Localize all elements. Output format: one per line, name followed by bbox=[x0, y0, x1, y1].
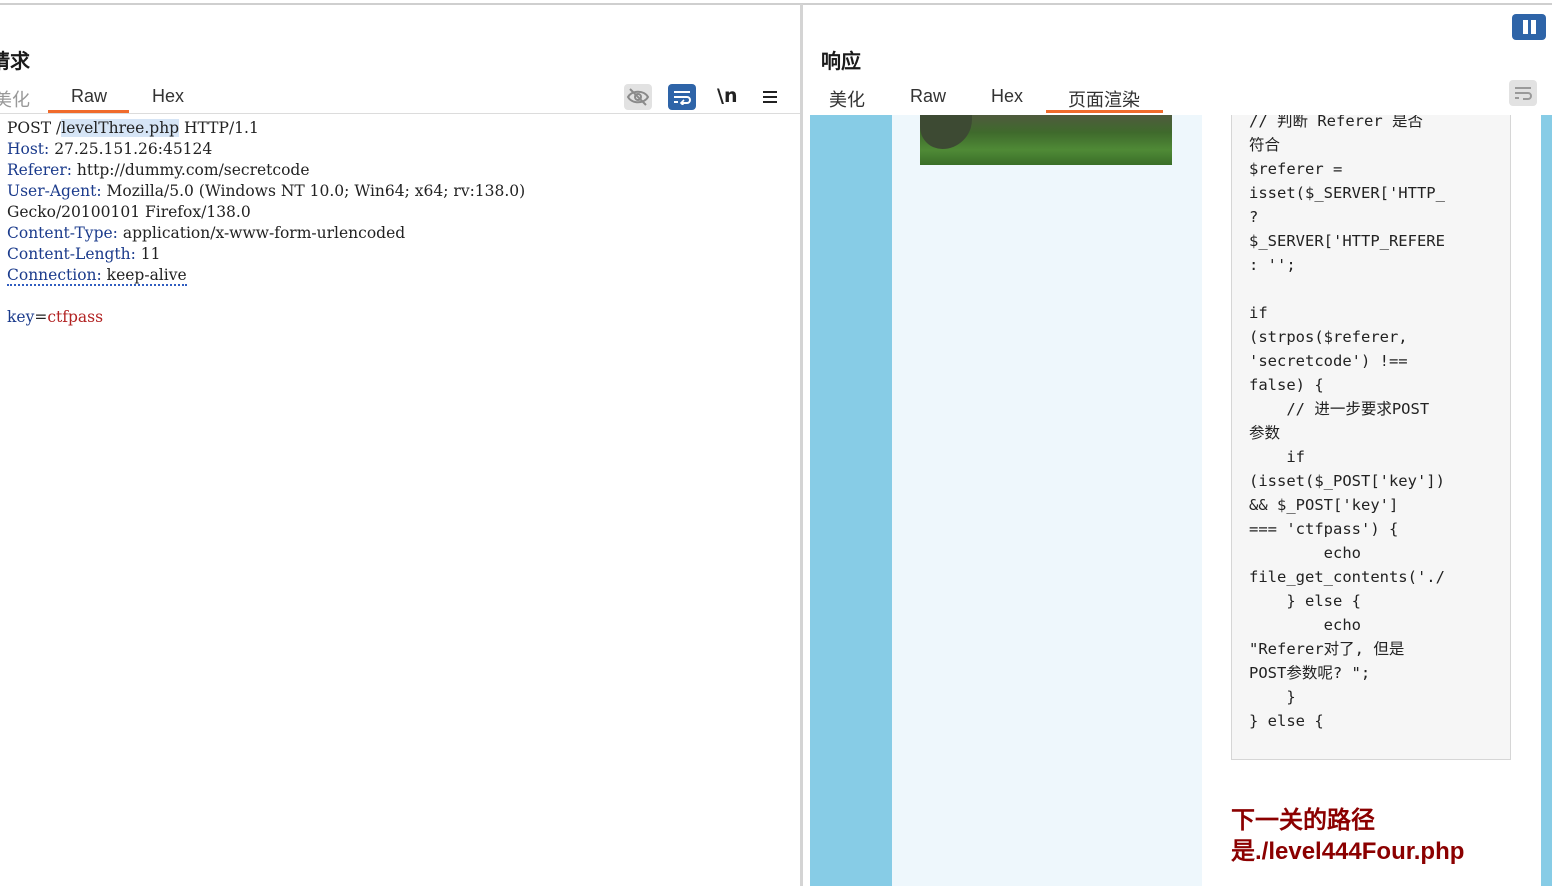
request-editor[interactable]: POST /levelThree.php HTTP/1.1 Host: 27.2… bbox=[7, 118, 525, 328]
tab-raw[interactable]: Raw bbox=[910, 86, 946, 107]
header-row: Host: 27.25.151.26:45124 bbox=[7, 140, 213, 158]
header-row: Content-Type: application/x-www-form-url… bbox=[7, 224, 406, 242]
header-name: Referer bbox=[7, 161, 67, 179]
rendered-page[interactable]: // 判断 Referer 是否 符合 $referer = isset($_S… bbox=[810, 115, 1552, 886]
php-source: // 判断 Referer 是否 符合 $referer = isset($_S… bbox=[1249, 115, 1445, 730]
request-title: 请求 bbox=[0, 51, 30, 73]
newline-toggle-button[interactable]: \n bbox=[717, 85, 737, 107]
request-method: POST / bbox=[7, 119, 62, 137]
header-name: Content-Length bbox=[7, 245, 131, 263]
active-tab-indicator bbox=[1046, 110, 1163, 113]
source-code-box: // 判断 Referer 是否 符合 $referer = isset($_S… bbox=[1231, 115, 1511, 760]
tree-shape bbox=[920, 115, 972, 149]
next-path-line: 下一关的路径 bbox=[1231, 807, 1375, 834]
request-body: key=ctfpass bbox=[7, 308, 103, 326]
header-name: User-Agent bbox=[7, 182, 97, 200]
next-level-path: 下一关的路径 是./level444Four.php bbox=[1231, 805, 1464, 867]
header-value: 11 bbox=[140, 245, 161, 263]
tab-pretty[interactable]: 美化 bbox=[829, 86, 865, 112]
word-wrap-icon bbox=[674, 91, 691, 105]
tab-raw[interactable]: Raw bbox=[71, 86, 107, 107]
landscape-image bbox=[920, 115, 1172, 165]
response-pane: 响应 美化 Raw Hex 页面渲染 // 判断 Referer 是否 符合 $… bbox=[803, 5, 1552, 886]
header-row: Connection: keep-alive bbox=[7, 266, 187, 286]
header-name: Host bbox=[7, 140, 45, 158]
tab-hex[interactable]: Hex bbox=[152, 86, 184, 107]
body-param-name: key bbox=[7, 308, 35, 326]
header-continuation: Gecko/20100101 Firefox/138.0 bbox=[7, 203, 251, 221]
header-row: User-Agent: Mozilla/5.0 (Windows NT 10.0… bbox=[7, 182, 526, 200]
tab-separator bbox=[0, 113, 800, 114]
page-column bbox=[892, 115, 1202, 886]
header-row: Referer: http://dummy.com/secretcode bbox=[7, 161, 310, 179]
menu-icon bbox=[763, 91, 777, 103]
page-background-left bbox=[810, 115, 892, 886]
header-name: Content-Type bbox=[7, 224, 113, 242]
header-value: keep-alive bbox=[106, 266, 187, 284]
header-row: Content-Length: 11 bbox=[7, 245, 161, 263]
pause-button[interactable] bbox=[1512, 14, 1546, 40]
word-wrap-button[interactable] bbox=[1509, 80, 1537, 106]
hide-nonprintable-button[interactable] bbox=[624, 84, 652, 110]
page-background-right bbox=[1541, 115, 1552, 886]
body-param-value: ctfpass bbox=[47, 308, 104, 326]
word-wrap-button[interactable] bbox=[668, 84, 696, 110]
eye-off-icon bbox=[626, 88, 650, 106]
request-path: levelThree.php bbox=[61, 119, 180, 137]
tab-hex[interactable]: Hex bbox=[991, 86, 1023, 107]
request-protocol: HTTP/1.1 bbox=[179, 119, 259, 137]
tab-pretty[interactable]: 美化 bbox=[0, 86, 30, 112]
header-value: 27.25.151.26:45124 bbox=[54, 140, 213, 158]
header-value: application/x-www-form-urlencoded bbox=[122, 224, 406, 242]
menu-button[interactable] bbox=[756, 84, 784, 110]
word-wrap-icon bbox=[1515, 87, 1532, 100]
header-value: http://dummy.com/secretcode bbox=[76, 161, 310, 179]
tab-render[interactable]: 页面渲染 bbox=[1068, 86, 1140, 112]
response-title: 响应 bbox=[821, 51, 861, 73]
request-line: POST /levelThree.php HTTP/1.1 bbox=[7, 119, 259, 137]
header-name: Connection bbox=[7, 266, 97, 284]
request-pane: 请求 美化 Raw Hex \n POST /levelThree.php HT… bbox=[0, 5, 800, 886]
next-path-line: 是./level444Four.php bbox=[1231, 838, 1465, 865]
body-equals: = bbox=[34, 308, 48, 326]
header-value: Mozilla/5.0 (Windows NT 10.0; Win64; x64… bbox=[106, 182, 526, 200]
